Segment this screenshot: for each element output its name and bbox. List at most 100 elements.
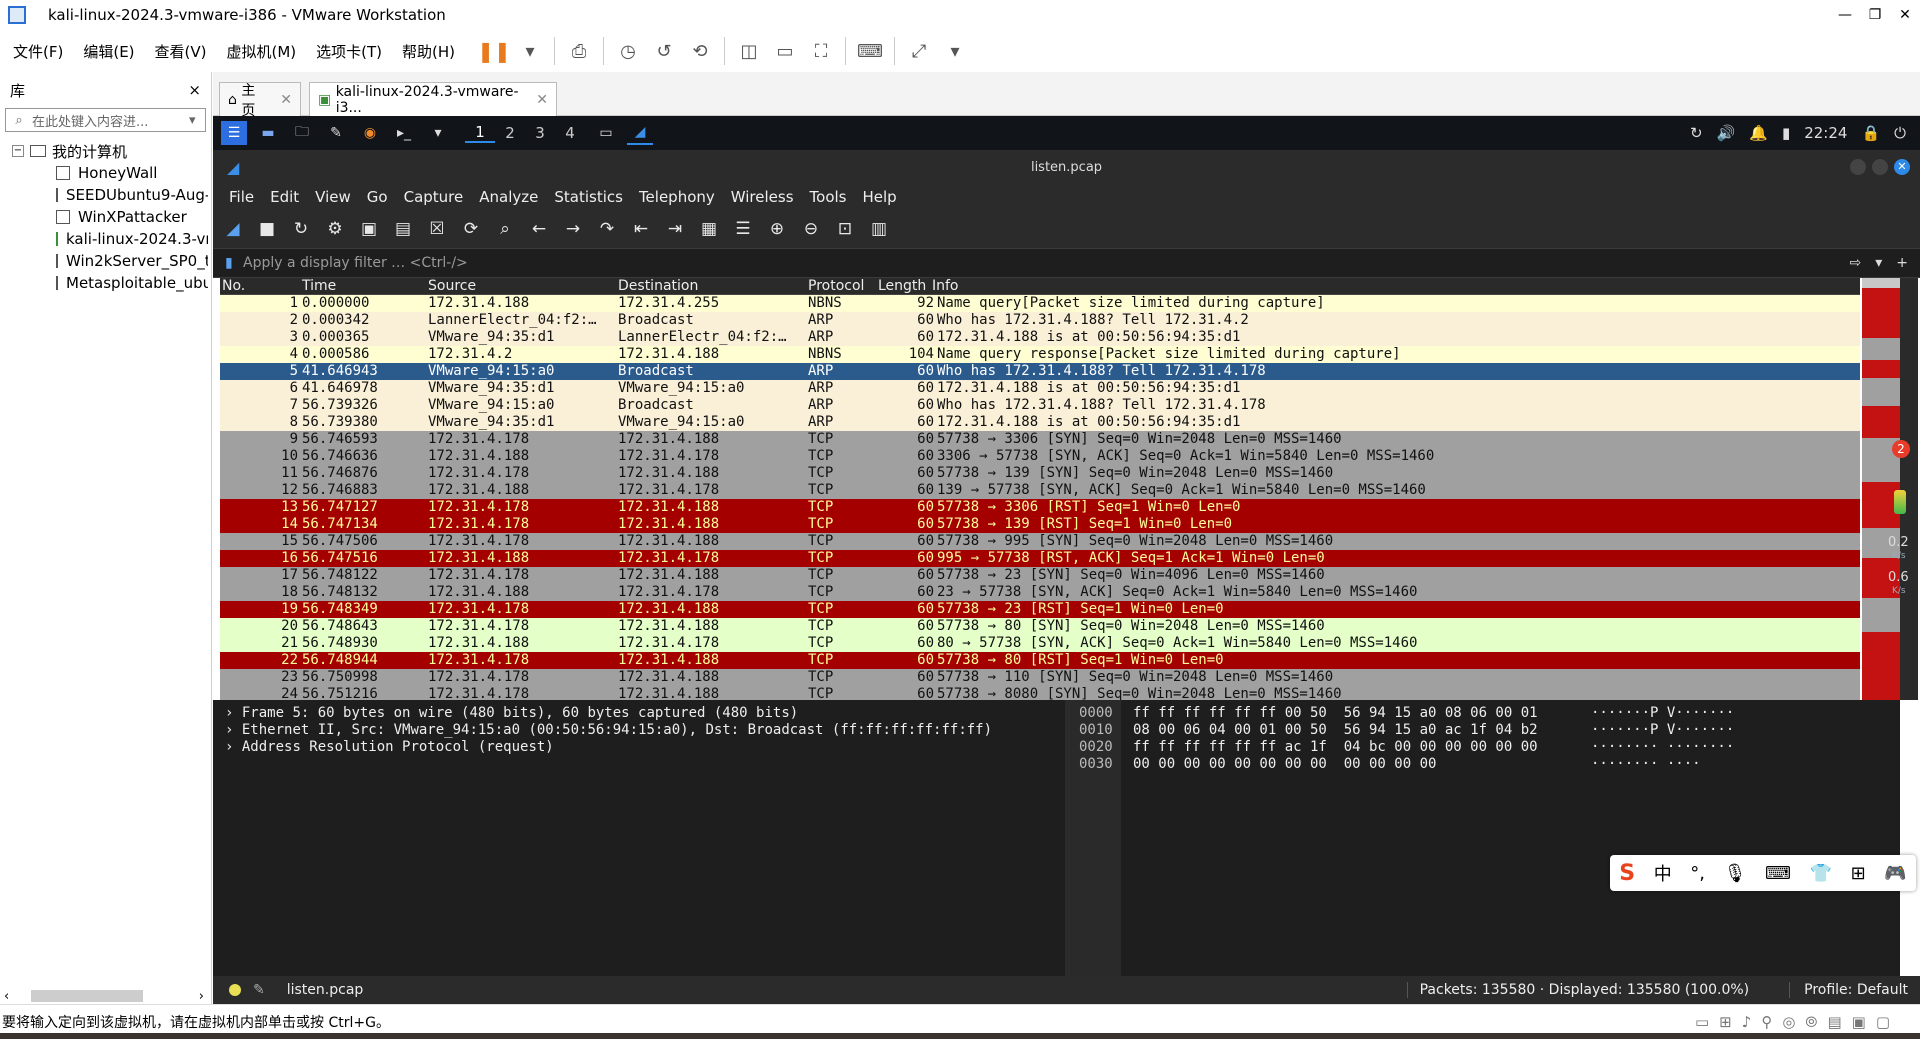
file-manager-icon[interactable]: 🗀	[289, 121, 315, 145]
printer-icon[interactable]: ▤	[1827, 1013, 1841, 1031]
chevron-down-icon[interactable]: ▾	[941, 37, 969, 65]
column-info[interactable]: Info	[932, 278, 959, 294]
lock-icon[interactable]: 🔒	[1861, 124, 1880, 142]
chevron-down-icon[interactable]: ▾	[516, 37, 544, 65]
packet-row[interactable]: 1 0.000000 172.31.4.188 172.31.4.255 NBNS 92 N…	[220, 295, 1860, 312]
restart-capture-icon[interactable]: ↻	[287, 216, 315, 242]
packet-row[interactable]: 8 56.739380 VMware_94:35:d1 VMware_94:15:a0…	[220, 414, 1860, 431]
zoom-out-icon[interactable]: ⊖	[797, 216, 825, 242]
toolbox-icon[interactable]: ⊞	[1851, 863, 1866, 884]
packet-row[interactable]: 17 56.748122 172.31.4.178 172.31.4.188 TCP 60…	[220, 567, 1860, 584]
detail-row-frame[interactable]: › Frame 5: 60 bytes on wire (480 bits), …	[213, 705, 1065, 722]
expand-arrow-icon[interactable]: ›	[225, 722, 233, 738]
resize-columns-icon[interactable]: ▥	[865, 216, 893, 242]
packet-row[interactable]: 13 56.747127 172.31.4.178 172.31.4.188 TCP 60…	[220, 499, 1860, 516]
hard-disk-icon[interactable]: ▭	[1695, 1013, 1709, 1031]
pause-icon[interactable]: ❚❚	[477, 37, 511, 65]
packet-row[interactable]: 18 56.748132 172.31.4.188 172.31.4.178 TCP 60…	[220, 584, 1860, 601]
battery-icon[interactable]: ▮	[1782, 124, 1790, 142]
menu-tools[interactable]: Tools	[810, 188, 847, 206]
last-packet-icon[interactable]: ⇥	[661, 216, 689, 242]
display-filter-input[interactable]: ▮ Apply a display filter … <Ctrl-/> ⇨ ▾ …	[213, 248, 1920, 278]
ime-language[interactable]: 中	[1654, 860, 1672, 886]
capture-comment-icon[interactable]: ✎	[253, 982, 265, 998]
scroll-left-icon[interactable]: ‹	[4, 989, 9, 1004]
wireless-icon[interactable]: ⦾	[1805, 1013, 1817, 1031]
send-ctrl-alt-del-icon[interactable]: ⎙	[565, 37, 593, 65]
scroll-thumb[interactable]	[31, 990, 144, 1002]
normal-size-icon[interactable]: ⊡	[831, 216, 859, 242]
column-protocol[interactable]: Protocol	[808, 278, 864, 294]
expand-arrow-icon[interactable]: ›	[225, 739, 233, 755]
packet-row[interactable]: 19 56.748349 172.31.4.178 172.31.4.188 TCP 60…	[220, 601, 1860, 618]
notification-bell-icon[interactable]: 🔔	[1749, 124, 1768, 142]
snapshot-manager-icon[interactable]: ⟲	[686, 37, 714, 65]
find-packet-icon[interactable]: ⌕	[491, 216, 519, 242]
cd-drive-icon[interactable]: ◎	[1782, 1013, 1795, 1031]
menu-help[interactable]: 帮助(H)	[395, 41, 462, 62]
game-icon[interactable]: 🎮	[1884, 863, 1906, 884]
capture-options-icon[interactable]: ⚙	[321, 216, 349, 242]
packet-row[interactable]: 7 56.739326 VMware_94:15:a0 Broadcast ARP 60 W…	[220, 397, 1860, 414]
kali-menu-icon[interactable]: ☰	[221, 121, 247, 145]
chevron-down-icon[interactable]: ▾	[189, 113, 205, 128]
workspace-4[interactable]: 4	[555, 124, 585, 142]
punctuation-icon[interactable]: °,	[1690, 863, 1705, 884]
tree-item-vm[interactable]: SEEDUbuntu9-Aug-2010	[12, 184, 208, 206]
usb-icon[interactable]: ⚲	[1761, 1013, 1772, 1031]
detail-row-arp[interactable]: › Address Resolution Protocol (request)	[213, 739, 1065, 756]
stop-capture-icon[interactable]: ■	[253, 216, 281, 242]
packet-row[interactable]: 24 56.751216 172.31.4.178 172.31.4.188 TCP 60…	[220, 686, 1860, 700]
sogou-logo-icon[interactable]: S	[1619, 861, 1635, 886]
detail-row-ethernet[interactable]: › Ethernet II, Src: VMware_94:15:a0 (00:…	[213, 722, 1065, 739]
column-time[interactable]: Time	[302, 278, 336, 294]
column-no[interactable]: No.	[222, 278, 245, 294]
workspace-3[interactable]: 3	[525, 124, 555, 142]
close-file-icon[interactable]: ☒	[423, 216, 451, 242]
tree-item-vm[interactable]: Win2kServer_SP0_target	[12, 250, 208, 272]
volume-icon[interactable]: 🔊	[1717, 124, 1736, 142]
stretch-guest-icon[interactable]: ⤢	[905, 37, 933, 65]
packet-row[interactable]: 11 56.746876 172.31.4.178 172.31.4.188 TCP 60…	[220, 465, 1860, 482]
open-file-icon[interactable]: ▣	[355, 216, 383, 242]
expand-arrow-icon[interactable]: ›	[225, 705, 233, 721]
show-library-icon[interactable]: ◫	[735, 37, 763, 65]
menu-go[interactable]: Go	[367, 188, 388, 206]
menu-file[interactable]: File	[229, 188, 254, 206]
packet-row[interactable]: 15 56.747506 172.31.4.178 172.31.4.188 TCP 60…	[220, 533, 1860, 550]
terminal-icon[interactable]: ▸_	[391, 121, 417, 145]
close-icon[interactable]: ✕	[280, 92, 292, 108]
message-log-icon[interactable]: ▢	[1876, 1013, 1890, 1031]
go-forward-icon[interactable]: →	[559, 216, 587, 242]
packet-row[interactable]: 23 56.750998 172.31.4.178 172.31.4.188 TCP 60…	[220, 669, 1860, 686]
tree-root[interactable]: − 我的计算机	[12, 140, 211, 162]
add-filter-button-icon[interactable]: +	[1896, 255, 1908, 271]
reload-file-icon[interactable]: ⟳	[457, 216, 485, 242]
packet-row[interactable]: 4 0.000586 172.31.4.2 172.31.4.188 NBNS 104 Na…	[220, 346, 1860, 363]
save-file-icon[interactable]: ▤	[389, 216, 417, 242]
packet-row[interactable]: 9 56.746593 172.31.4.178 172.31.4.188 TCP 60 5…	[220, 431, 1860, 448]
menu-file[interactable]: 文件(F)	[6, 41, 70, 62]
show-desktop-icon[interactable]: ▬	[255, 121, 281, 145]
skin-icon[interactable]: 👕	[1810, 863, 1832, 884]
network-adapter-icon[interactable]: ⊞	[1719, 1013, 1732, 1031]
scroll-right-icon[interactable]: ›	[199, 989, 204, 1004]
workspace-1[interactable]: 1	[465, 123, 495, 143]
fullscreen-icon[interactable]: ⛶	[807, 37, 835, 65]
go-back-icon[interactable]: ←	[525, 216, 553, 242]
power-icon[interactable]: ⏻	[1894, 124, 1906, 142]
minimize-icon[interactable]	[1850, 159, 1866, 175]
menu-analyze[interactable]: Analyze	[479, 188, 538, 206]
panel-clock[interactable]: 22:24	[1804, 124, 1847, 142]
packet-row[interactable]: 21 56.748930 172.31.4.188 172.31.4.178 TCP 60…	[220, 635, 1860, 652]
revert-snapshot-icon[interactable]: ↺	[650, 37, 678, 65]
packet-row[interactable]: 20 56.748643 172.31.4.178 172.31.4.188 TCP 60…	[220, 618, 1860, 635]
text-editor-icon[interactable]: ✎	[323, 121, 349, 145]
menu-view[interactable]: 查看(V)	[148, 41, 214, 62]
menu-tabs[interactable]: 选项卡(T)	[309, 41, 389, 62]
packet-row[interactable]: 14 56.747134 172.31.4.178 172.31.4.188 TCP 60…	[220, 516, 1860, 533]
menu-edit[interactable]: Edit	[270, 188, 299, 206]
packet-row[interactable]: 16 56.747516 172.31.4.188 172.31.4.178 TCP 60…	[220, 550, 1860, 567]
menu-edit[interactable]: 编辑(E)	[76, 41, 141, 62]
hex-row[interactable]: 0000 ff ff ff ff ff ff 00 50 56 94 15 a0 …	[1071, 705, 1900, 722]
